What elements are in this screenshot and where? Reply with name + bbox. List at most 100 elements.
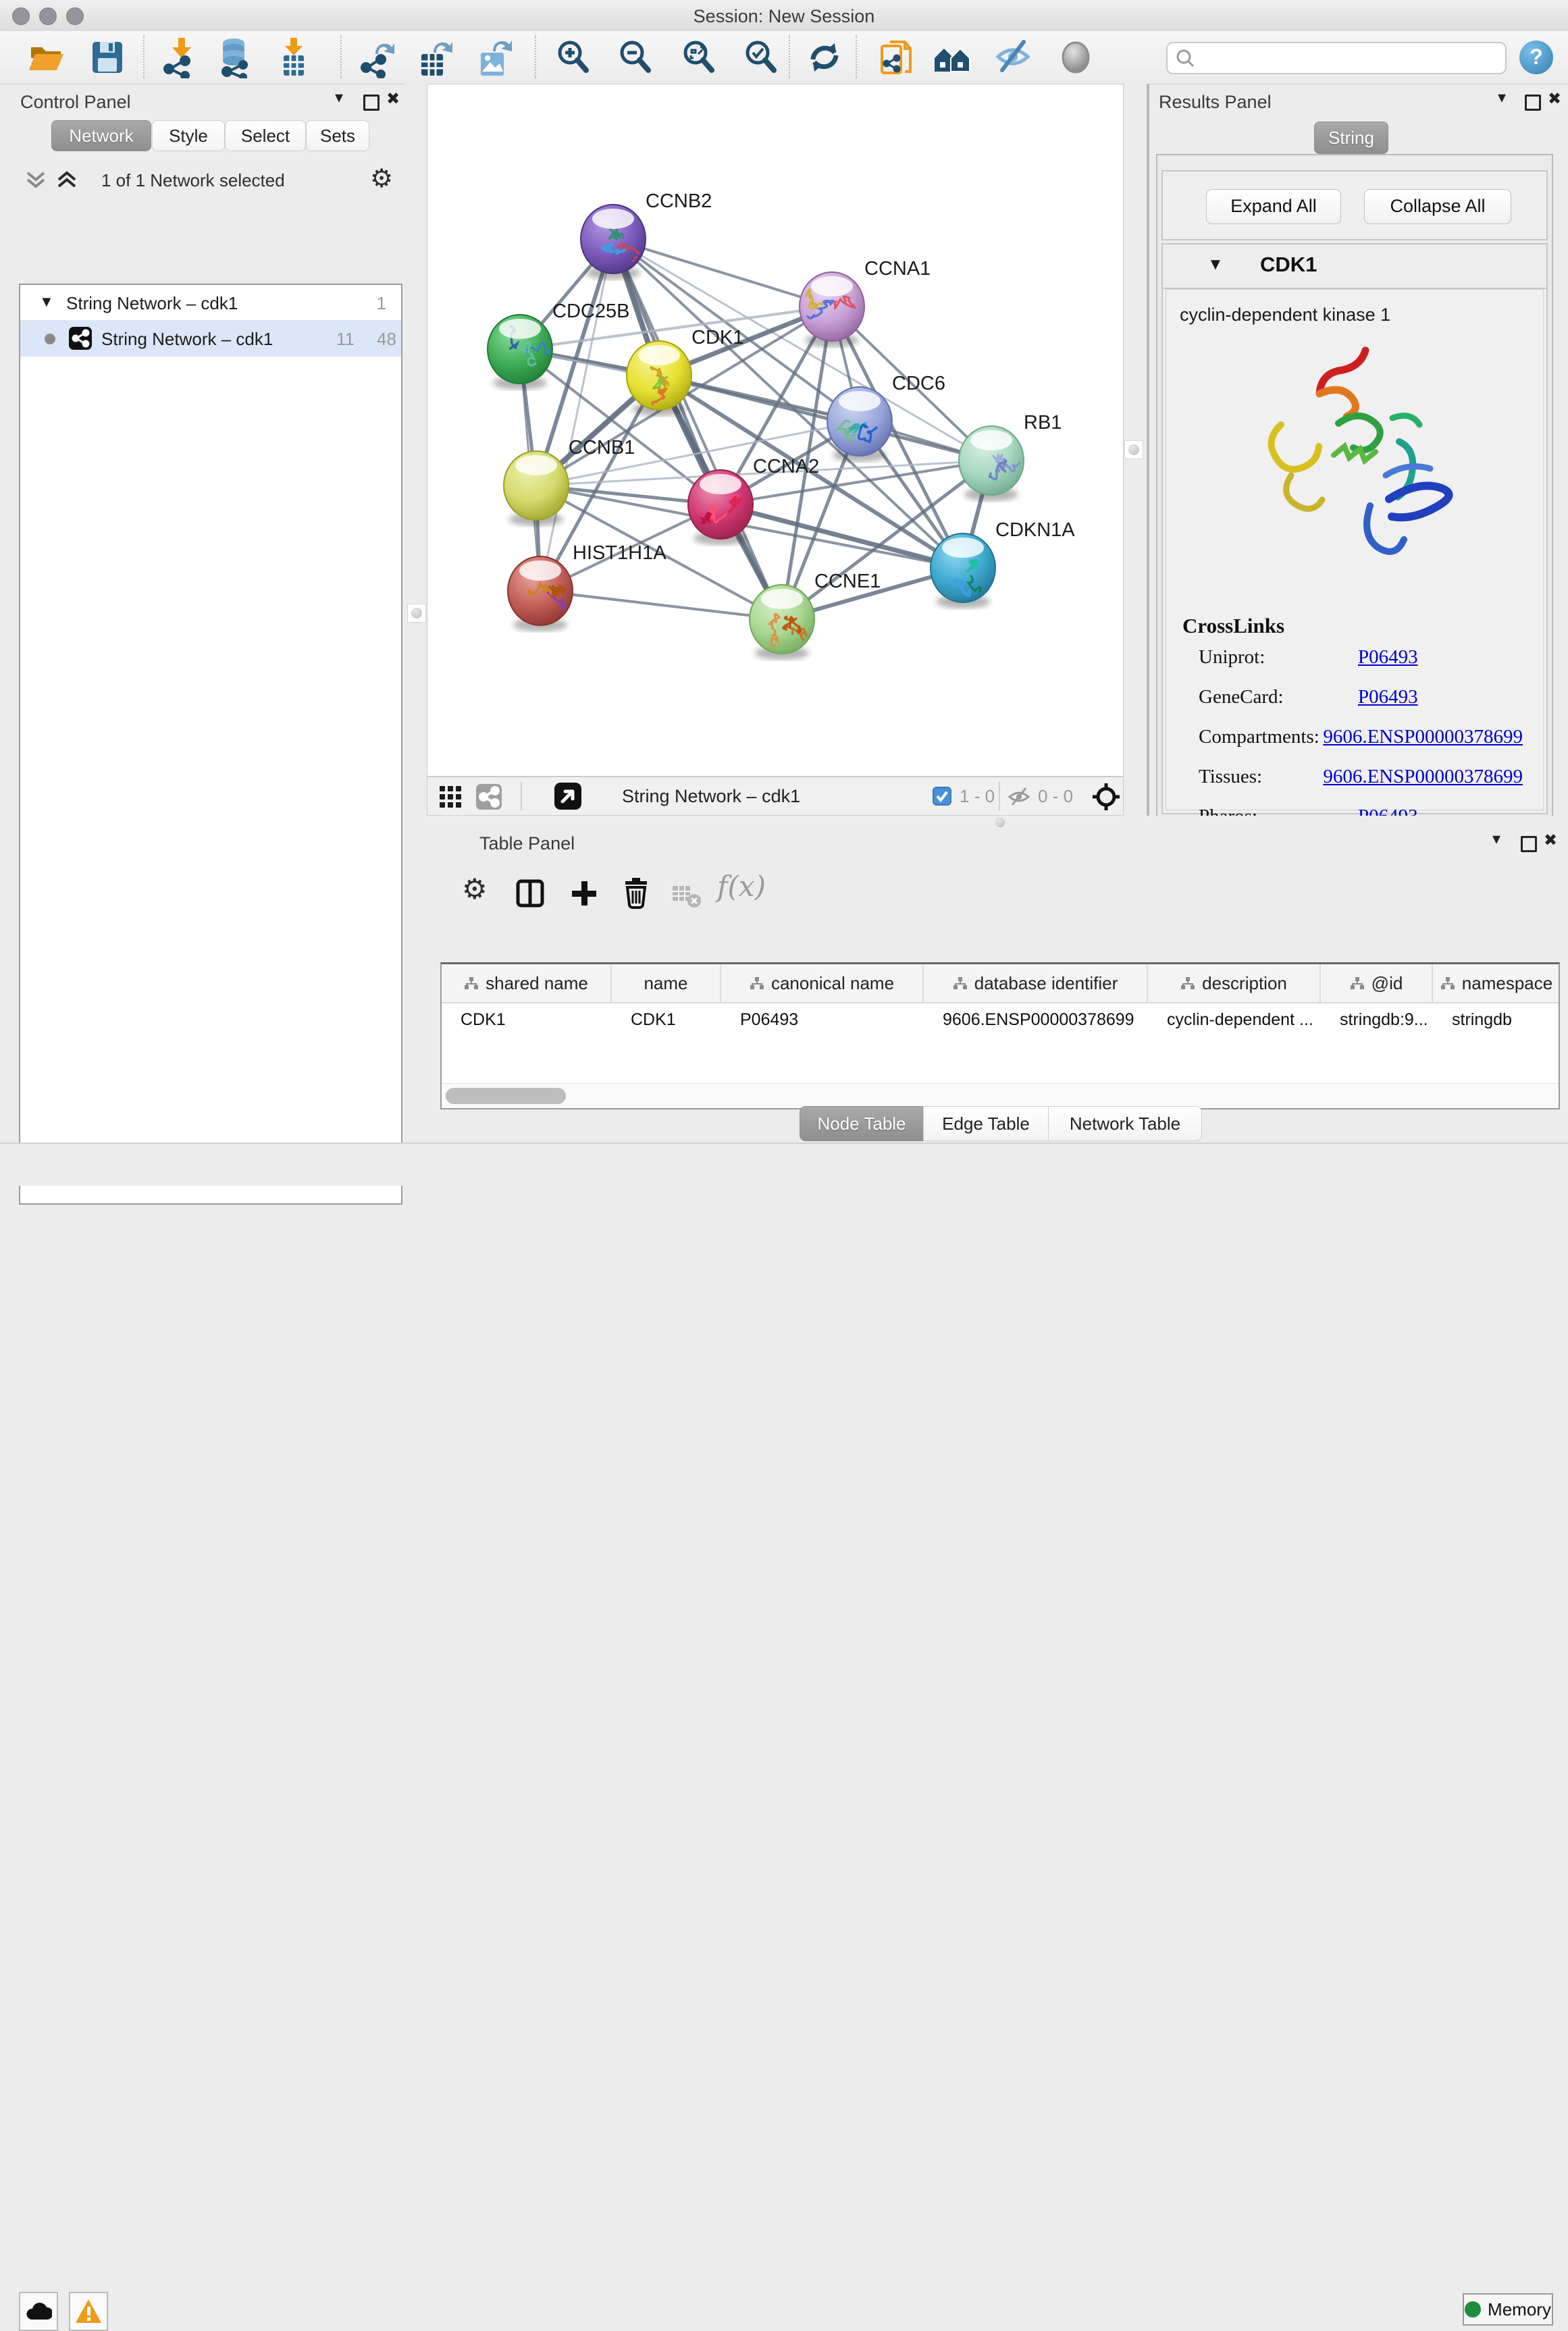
string-home-button[interactable] <box>932 36 974 78</box>
zoom-out-button[interactable] <box>615 36 656 78</box>
tab-network-table[interactable]: Network Table <box>1048 1106 1202 1141</box>
edge-CCNB2-CCNA1[interactable] <box>613 239 832 307</box>
left-splitter-handle[interactable] <box>407 604 426 623</box>
tab-select[interactable]: Select <box>225 120 306 151</box>
tab-edge-table[interactable]: Edge Table <box>923 1106 1049 1141</box>
create-column-plus-icon[interactable] <box>570 879 598 911</box>
node-CCNA1[interactable] <box>800 272 864 347</box>
collapse-all-button[interactable]: Collapse All <box>1364 189 1511 224</box>
network-options-gear-icon[interactable]: ⚙ <box>370 163 393 193</box>
window-title: Session: New Session <box>0 6 1568 27</box>
node-RB1[interactable] <box>959 426 1024 501</box>
tab-style[interactable]: Style <box>152 120 225 151</box>
horizontal-splitter[interactable] <box>427 816 1568 828</box>
results-panel-collapse-icon[interactable]: ▾ <box>1498 89 1506 107</box>
import-network-from-database-button[interactable] <box>213 36 255 78</box>
show-glass-ball-button[interactable] <box>1055 36 1097 78</box>
table-panel-collapse-icon[interactable]: ▾ <box>1492 831 1500 848</box>
left-splitter[interactable] <box>405 84 427 1143</box>
scrollbar-thumb[interactable] <box>446 1088 566 1104</box>
node-CCNE1[interactable] <box>750 585 814 660</box>
hide-unhide-button[interactable] <box>993 36 1035 78</box>
results-panel-close-icon[interactable]: ✖ <box>1548 90 1561 108</box>
column-header-database-identifier[interactable]: database identifier <box>924 964 1148 1002</box>
network-view-canvas[interactable]: CCNB2CCNA1CDC25BCDK1CDC6RB1CCNB1CCNA2CDK… <box>427 84 1124 777</box>
export-table-button[interactable] <box>413 36 455 78</box>
column-header-label: namespace <box>1462 973 1552 994</box>
table-cell[interactable]: cyclin-dependent ... <box>1148 1002 1321 1037</box>
column-header-description[interactable]: description <box>1148 964 1321 1002</box>
node-CCNB1[interactable] <box>504 451 569 526</box>
control-panel-close-icon[interactable]: ✖ <box>386 90 400 108</box>
right-splitter-handle[interactable] <box>1124 440 1143 459</box>
table-cell[interactable]: stringdb <box>1433 1002 1560 1037</box>
protein-structure-image <box>1254 337 1477 607</box>
crosslink-value-link[interactable]: P06493 <box>1358 686 1418 708</box>
fit-selected-crosshair-icon[interactable] <box>1092 783 1120 814</box>
help-button[interactable]: ? <box>1519 41 1553 74</box>
expand-all-networks-icon[interactable] <box>24 169 47 194</box>
table-panel-close-icon[interactable]: ✖ <box>1544 832 1557 849</box>
table-options-gear-icon[interactable]: ⚙ <box>462 872 488 906</box>
results-panel: Results Panel ▾ ✖ String Expand All Coll… <box>1149 84 1568 828</box>
table-cell[interactable]: P06493 <box>721 1002 924 1037</box>
collection-expander-icon[interactable]: ▼ <box>39 293 54 311</box>
column-header--id[interactable]: @id <box>1321 964 1433 1002</box>
import-network-from-file-button[interactable] <box>158 36 200 78</box>
edge-CCNE1-HIST1H1A[interactable] <box>540 591 782 619</box>
memory-button[interactable]: Memory <box>1463 2293 1553 2326</box>
horizontal-splitter-handle[interactable] <box>995 818 1005 827</box>
table-cell[interactable]: stringdb:9... <box>1321 1002 1433 1037</box>
crosslink-value-link[interactable]: 9606.ENSP00000378699 <box>1323 726 1523 748</box>
birdseye-view-icon[interactable] <box>554 783 581 810</box>
apply-layout-button[interactable] <box>804 36 845 78</box>
zoom-fit-button[interactable] <box>678 36 720 78</box>
network-share-view-icon[interactable] <box>476 784 502 810</box>
network-row-selected[interactable]: String Network – cdk1 11 48 <box>20 320 401 357</box>
control-panel-float-icon[interactable] <box>363 95 380 111</box>
export-network-button[interactable] <box>357 36 398 78</box>
open-session-button[interactable] <box>26 36 68 78</box>
delete-column-trash-icon[interactable] <box>621 878 651 912</box>
network-collection-row[interactable]: ▼ String Network – cdk1 1 <box>20 288 401 320</box>
string-document-button[interactable] <box>877 36 918 78</box>
network-selected-summary: 1 of 1 Network selected <box>101 170 285 191</box>
cloud-status-button[interactable] <box>19 2292 58 2331</box>
search-input[interactable] <box>1166 42 1507 74</box>
collapse-all-networks-icon[interactable] <box>55 169 78 194</box>
tab-node-table[interactable]: Node Table <box>800 1106 924 1141</box>
export-image-button[interactable] <box>473 36 515 78</box>
column-header-canonical-name[interactable]: canonical name <box>721 964 924 1002</box>
column-header-name[interactable]: name <box>612 964 721 1002</box>
crosslink-value-link[interactable]: P06493 <box>1358 646 1418 669</box>
tab-sets[interactable]: Sets <box>306 120 369 151</box>
crosslink-value-link[interactable]: 9606.ENSP00000378699 <box>1323 766 1523 788</box>
selected-checkbox-icon[interactable] <box>933 787 951 806</box>
node-CDC25B[interactable] <box>488 315 556 390</box>
column-header-shared-name[interactable]: shared name <box>442 964 612 1002</box>
results-panel-float-icon[interactable] <box>1525 95 1541 111</box>
table-cell[interactable]: 9606.ENSP00000378699 <box>924 1002 1148 1037</box>
zoom-in-button[interactable] <box>552 36 594 78</box>
tab-network[interactable]: Network <box>51 120 151 151</box>
right-splitter[interactable] <box>1124 84 1149 828</box>
table-horizontal-scrollbar[interactable] <box>442 1083 1559 1108</box>
table-panel-float-icon[interactable] <box>1521 836 1537 852</box>
column-header-namespace[interactable]: namespace <box>1433 964 1560 1002</box>
grid-view-icon[interactable] <box>438 785 463 812</box>
expand-all-button[interactable]: Expand All <box>1206 189 1341 224</box>
control-panel-collapse-icon[interactable]: ▾ <box>335 89 343 107</box>
node-CDKN1A[interactable] <box>931 533 995 610</box>
import-table-button[interactable] <box>273 36 315 78</box>
table-cell[interactable]: CDK1 <box>442 1002 612 1037</box>
zoom-selected-button[interactable] <box>740 36 782 78</box>
warning-status-button[interactable] <box>69 2292 108 2331</box>
show-columns-icon[interactable] <box>516 879 544 911</box>
edge-CCNB2-HIST1H1A[interactable] <box>540 239 613 591</box>
tab-string[interactable]: String <box>1314 122 1388 154</box>
gene-expander-icon[interactable]: ▼ <box>1207 255 1224 274</box>
save-session-button[interactable] <box>86 36 128 78</box>
gene-header[interactable]: ▼ CDK1 <box>1163 244 1546 289</box>
table-cell[interactable]: CDK1 <box>612 1002 721 1037</box>
tree-column-icon <box>464 976 479 990</box>
